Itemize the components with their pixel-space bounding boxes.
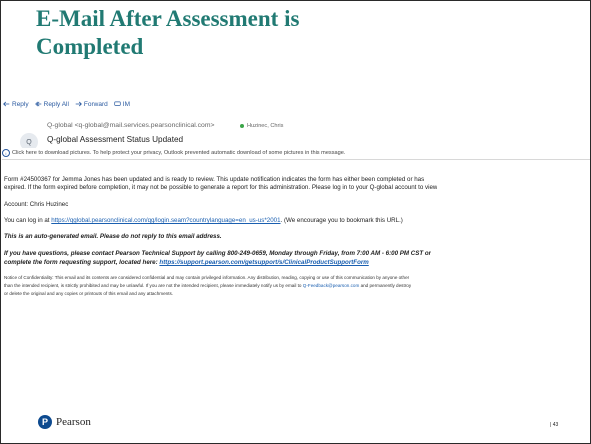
login-prefix: You can log in at [4,217,50,224]
presence-dot-icon [240,124,244,128]
forward-button[interactable]: Forward [75,101,108,108]
forward-icon [75,101,82,107]
title-line-2: Completed [36,34,144,59]
chat-icon [114,101,121,106]
pearson-logo-text: Pearson [56,416,91,428]
reply-all-button[interactable]: Reply All [34,100,69,108]
info-icon: i [2,149,10,157]
pearson-logo: P Pearson [38,415,91,429]
forward-label: Forward [83,100,108,108]
download-pictures-bar[interactable]: i Click here to download pictures. To he… [2,148,587,158]
login-suffix: . (We encourage you to bookmark this URL… [280,217,403,224]
im-label: IM [122,100,130,108]
confidentiality-line-1: Notice of Confidentiality: This email an… [4,275,410,280]
reply-all-icon [34,101,41,107]
reply-button[interactable]: Reply [3,101,29,108]
page-number: | 43 [550,422,559,428]
reply-all-label: Reply All [43,100,69,108]
auto-generated-notice: This is an auto-generated email. Please … [4,233,222,240]
support-link[interactable]: https://support.pearson.com/getsupport/s… [159,259,368,266]
login-line: You can log in at https://qglobal.pearso… [4,217,403,224]
reply-label: Reply [12,100,29,108]
support-line-1: If you have questions, please contact Pe… [4,250,432,257]
confidentiality-suffix: and permanently destroy [360,283,412,288]
im-button[interactable]: IM [114,101,130,108]
login-link[interactable]: https://qglobal.pearsonclinical.com/qg/l… [51,217,280,224]
email-screenshot: Reply Reply All Forward IM Q Q-global <q… [1,97,590,397]
slide: E-Mail After Assessment is Completed Rep… [0,0,591,444]
title-line-1: E-Mail After Assessment is [36,6,300,31]
page-number-value: 43 [552,422,559,428]
feedback-email-link[interactable]: Q-Feedback@pearson.com [303,283,360,288]
support-line-2: complete the form requesting support, lo… [4,259,369,266]
email-subject: Q-global Assessment Status Updated [47,135,184,144]
email-sender[interactable]: Q-global <q-global@mail.services.pearson… [47,122,214,129]
support-prefix: complete the form requesting support, lo… [4,259,158,266]
form-status-line-1: Form #24500367 for Jemma Jones has been … [4,176,425,183]
confidentiality-line-3: or delete the original and any copies or… [4,291,174,296]
recipient-name: Huzinec, Chris [247,123,284,129]
confidentiality-prefix: than the intended recipient, is strictly… [4,283,302,288]
form-status-line-2: expired. If the form expired before comp… [4,184,438,191]
email-recipient[interactable]: Huzinec, Chris [240,123,283,129]
download-pictures-text: Click here to download pictures. To help… [12,150,346,156]
reply-icon [3,101,10,107]
page-title: E-Mail After Assessment is Completed [36,5,396,61]
email-toolbar: Reply Reply All Forward IM [3,99,130,109]
divider [2,159,590,160]
confidentiality-line-2: than the intended recipient, is strictly… [4,283,411,288]
pearson-logo-icon: P [38,415,52,429]
account-line: Account: Chris Huzinec [4,201,69,208]
